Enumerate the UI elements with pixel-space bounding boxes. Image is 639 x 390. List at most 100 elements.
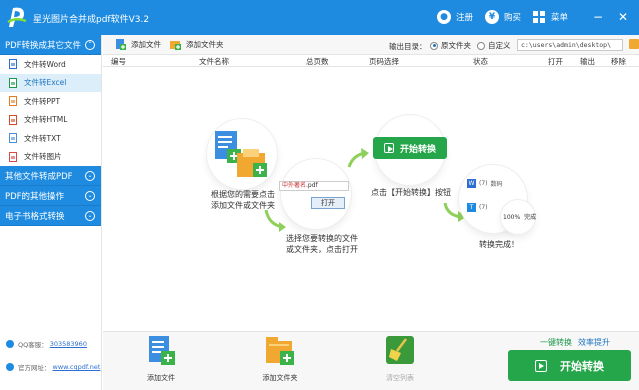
bottom-add-file-label: 添加文件: [147, 374, 175, 382]
guide-start-button: 开始转换: [373, 137, 447, 159]
buy-label: 购买: [504, 13, 522, 23]
add-folder-icon: [170, 41, 181, 50]
step4-caption: 转换完成！: [479, 240, 519, 249]
sidebar-category-label: 其他文件转成PDF: [5, 171, 73, 182]
bottom-add-folder-button[interactable]: 添加文件夹: [258, 335, 302, 383]
browse-folder-icon[interactable]: [629, 39, 639, 49]
step1-caption-line1: 根据您的需要点击: [211, 190, 275, 199]
step3-caption: 点击【开始转换】按钮: [371, 188, 451, 197]
sidebar-item-to-word[interactable]: 文件转Word: [0, 55, 101, 74]
sidebar-category-other-to-pdf[interactable]: 其他文件转成PDF ⌄: [0, 166, 101, 186]
grid-menu-icon: [533, 11, 545, 23]
qq-link[interactable]: 303583960: [50, 340, 87, 348]
radio-original-folder[interactable]: 原文件夹: [430, 40, 471, 51]
progress-done: 完成: [524, 214, 537, 221]
bottom-add-folder-label: 添加文件夹: [262, 374, 298, 382]
play-icon: [535, 359, 547, 372]
dialog-filename-field: 中外著名.pdf: [279, 181, 349, 191]
col-filename: 文件名称: [199, 57, 229, 66]
play-icon: [383, 143, 394, 153]
guide-start-label: 开始转换: [399, 144, 436, 155]
progress-bubble: 100% 完成: [501, 200, 536, 234]
chevron-down-icon: ⌄: [85, 211, 95, 221]
sidebar-category-pdf-other-ops[interactable]: PDF的其他操作 ⌄: [0, 186, 101, 206]
col-open: 打开: [548, 57, 563, 66]
radio-selected-icon: [430, 41, 438, 50]
bottom-clear-list-label: 清空列表: [386, 374, 414, 382]
bottom-clear-list-button[interactable]: 清空列表: [378, 335, 422, 383]
radio-original-label: 原文件夹: [441, 41, 471, 50]
step2-caption-line2: 或文件夹，点击打开: [286, 245, 358, 254]
chevron-down-icon: ⌄: [85, 191, 95, 201]
promo-b: 效率提升: [578, 338, 610, 347]
register-label: 注册: [456, 13, 474, 23]
sidebar-item-label: 文件转HTML: [24, 115, 68, 125]
sidebar-item-label: 文件转PPT: [24, 96, 61, 106]
output-dir-label: 输出目录：: [389, 42, 427, 51]
add-folder-icon: [266, 337, 294, 365]
start-convert-button[interactable]: 开始转换: [508, 350, 631, 381]
sidebar-item-label: 文件转图片: [24, 152, 62, 162]
minimize-button[interactable]: −: [589, 8, 607, 26]
html-file-icon: [9, 114, 17, 125]
add-folder-button[interactable]: 添加文件夹: [170, 39, 224, 50]
col-remove: 移除: [611, 57, 626, 66]
sidebar-category-ebook[interactable]: 电子书格式转换 ⌄: [0, 206, 101, 226]
col-output: 输出: [580, 57, 595, 66]
add-file-button[interactable]: 添加文件: [115, 39, 161, 50]
sidebar: PDF转换成其它文件 ⌃ 文件转Word 文件转Excel 文件转PPT 文件转…: [0, 35, 102, 390]
bottom-add-file-button[interactable]: 添加文件: [139, 335, 183, 383]
qq-icon: [6, 340, 14, 348]
sidebar-item-to-txt[interactable]: 文件转TXT: [0, 129, 101, 148]
radio-custom-folder[interactable]: 自定义: [477, 40, 511, 51]
sidebar-item-label: 文件转TXT: [24, 133, 61, 143]
sidebar-item-to-html[interactable]: 文件转HTML: [0, 111, 101, 130]
website-label: 官方网址：: [18, 364, 51, 372]
col-number: 编号: [111, 57, 126, 66]
txt-icon: T: [467, 203, 476, 212]
output-path-input[interactable]: c:\users\admin\desktop\: [517, 39, 623, 51]
qq-label: QQ客服：: [18, 341, 48, 349]
register-button[interactable]: ● 注册: [437, 9, 473, 25]
globe-icon: [6, 363, 14, 371]
radio-unselected-icon: [477, 41, 485, 50]
broom-icon: [386, 336, 414, 364]
result-word-suffix: 数码: [490, 181, 503, 188]
start-convert-label: 开始转换: [560, 359, 604, 373]
toolbar: 添加文件 添加文件夹 输出目录： 原文件夹 自定义 c:\users\admin…: [103, 35, 639, 55]
yen-icon: ¥: [485, 10, 499, 24]
radio-custom-label: 自定义: [488, 41, 511, 50]
add-folder-label: 添加文件夹: [186, 40, 224, 49]
result-txt-num: (7): [479, 204, 488, 211]
sidebar-category-label: PDF转换成其它文件: [5, 40, 82, 51]
sidebar-item-label: 文件转Excel: [24, 78, 67, 88]
buy-button[interactable]: ¥ 购买: [485, 9, 521, 25]
sidebar-item-to-excel[interactable]: 文件转Excel: [0, 73, 101, 92]
title-bar: 星光图片合并成pdf软件V3.2 ● 注册 ¥ 购买 菜单 − ✕: [0, 0, 639, 35]
step2-caption: 选择您要转换的文件 或文件夹，点击打开: [279, 233, 365, 255]
promo-a: 一键转换: [540, 338, 572, 347]
excel-file-icon: [9, 77, 17, 88]
add-file-label: 添加文件: [131, 40, 161, 49]
word-file-icon: [9, 59, 17, 70]
sidebar-category-label: PDF的其他操作: [5, 191, 65, 202]
close-button[interactable]: ✕: [614, 8, 632, 26]
col-status: 状态: [473, 57, 488, 66]
progress-readout: 100% 完成: [503, 212, 536, 221]
step2-bubble: 中外著名.pdf 打开: [279, 159, 351, 229]
website-contact: 官方网址： www.cqpdf.net: [6, 362, 100, 372]
usage-guide: 根据您的需要点击 添加文件或文件夹 中外著名.pdf 打开 选择您要转换的文件 …: [103, 67, 639, 331]
sidebar-category-pdf-to-other[interactable]: PDF转换成其它文件 ⌃: [0, 35, 101, 55]
website-link[interactable]: www.cqpdf.net: [53, 363, 101, 371]
progress-value: 100%: [503, 214, 521, 221]
result-txt-row: T (7): [467, 203, 488, 212]
menu-label: 菜单: [551, 13, 569, 23]
dialog-open-button: 打开: [311, 197, 345, 209]
sidebar-item-to-ppt[interactable]: 文件转PPT: [0, 92, 101, 111]
arrow-up-right-icon: [347, 148, 369, 168]
add-files-illustration-icon: [215, 131, 267, 177]
sidebar-item-to-image[interactable]: 文件转图片: [0, 148, 101, 167]
menu-button[interactable]: 菜单: [533, 9, 568, 25]
qq-contact: QQ客服： 303583960: [6, 339, 87, 349]
chevron-up-icon: ⌃: [85, 40, 95, 50]
